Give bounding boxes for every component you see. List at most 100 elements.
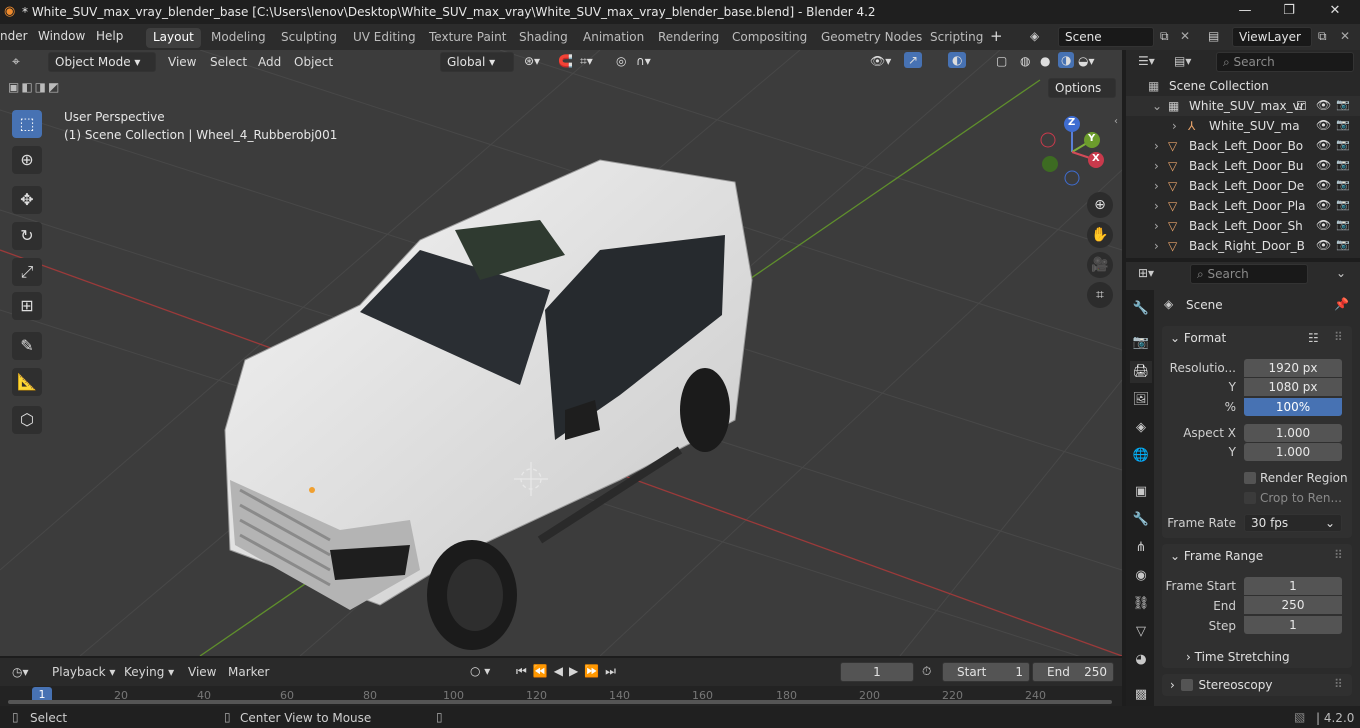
overlays-icon[interactable]: ◐: [948, 52, 967, 68]
timeline-menu-keying[interactable]: Keying ▾: [124, 665, 174, 679]
outliner-row[interactable]: › ▽ Back_Left_Door_Pla 👁 📷: [1126, 196, 1360, 216]
cursor-tool[interactable]: ⊕: [12, 146, 42, 174]
display-mode-icon[interactable]: ▤▾: [1174, 54, 1191, 68]
menu-help[interactable]: Help: [96, 29, 123, 43]
camera-icon[interactable]: 📷: [1336, 158, 1350, 171]
measure-tool[interactable]: 📐: [12, 368, 42, 396]
timeline-type-icon[interactable]: ◷▾: [12, 665, 29, 679]
minimize-button[interactable]: —: [1230, 3, 1260, 21]
outliner-row[interactable]: › ⅄ White_SUV_ma 👁 📷: [1126, 116, 1360, 136]
scene-selector[interactable]: Scene: [1058, 27, 1154, 47]
frame-end-field[interactable]: 250: [1244, 596, 1342, 614]
rotate-tool[interactable]: ↻: [12, 222, 42, 250]
framerate-dropdown[interactable]: 30 fps ⌄: [1244, 514, 1342, 532]
outliner-row[interactable]: › ▽ Back_Left_Door_Bu 👁 📷: [1126, 156, 1360, 176]
camera-icon[interactable]: 📷: [1336, 198, 1350, 211]
grid-perspective-icon[interactable]: ⌗: [1087, 282, 1113, 308]
drag-handle-icon[interactable]: ⠿: [1334, 548, 1343, 562]
timeline-menu-view[interactable]: View: [188, 665, 216, 679]
outliner-search-input[interactable]: ⌕ Search: [1216, 52, 1354, 72]
eye-icon[interactable]: 👁: [1316, 138, 1331, 152]
outliner-row[interactable]: › ▽ Back_Left_Door_Bo 👁 📷: [1126, 136, 1360, 156]
tab-shading[interactable]: Shading: [512, 28, 575, 48]
gizmo-toggle-icon[interactable]: ↗: [904, 52, 923, 68]
camera-icon[interactable]: 📷: [1336, 218, 1350, 231]
mode-dropdown[interactable]: Object Mode ▾: [48, 52, 156, 72]
rendered-shading-icon[interactable]: ◒▾: [1078, 54, 1095, 68]
snap-icon[interactable]: 🧲: [558, 54, 573, 68]
delete-scene-icon[interactable]: ✕: [1180, 29, 1190, 43]
texture-tab-icon[interactable]: ▩: [1130, 684, 1152, 706]
tab-texture-paint[interactable]: Texture Paint: [422, 28, 513, 48]
crop-checkbox[interactable]: [1244, 492, 1256, 504]
visibility-icon[interactable]: 👁▾: [870, 54, 891, 68]
material-tab-icon[interactable]: ◕: [1130, 649, 1152, 671]
expand-chevron-icon[interactable]: ›: [1154, 179, 1159, 193]
delete-viewlayer-icon[interactable]: ✕: [1340, 29, 1350, 43]
viewport-menu-object[interactable]: Object: [294, 55, 333, 69]
camera-icon[interactable]: 📷: [1336, 118, 1350, 131]
resolution-y-field[interactable]: 1080 px: [1244, 378, 1342, 396]
viewport-menu-select[interactable]: Select: [210, 55, 247, 69]
new-scene-icon[interactable]: ⧉: [1160, 29, 1169, 44]
outliner-row-scene-collection[interactable]: ▦ Scene Collection: [1126, 76, 1360, 96]
close-button[interactable]: ✕: [1320, 3, 1350, 21]
tab-animation[interactable]: Animation: [576, 28, 651, 48]
outliner-type-icon[interactable]: ☰▾: [1138, 54, 1155, 68]
drag-handle-icon[interactable]: ⠿: [1334, 677, 1343, 691]
material-shading-icon[interactable]: ◑: [1058, 52, 1075, 68]
particles-tab-icon[interactable]: ⋔: [1130, 537, 1152, 559]
tool-tab-icon[interactable]: 🔧: [1130, 298, 1152, 320]
eye-icon[interactable]: 👁: [1316, 218, 1331, 232]
auto-keying-icon[interactable]: ○ ▾: [470, 664, 490, 678]
outliner-row[interactable]: ⌄ ▦ White_SUV_max_vr ☑ 👁 📷: [1126, 96, 1360, 116]
expand-chevron-icon[interactable]: ›: [1154, 199, 1159, 213]
zoom-icon[interactable]: ⊕: [1087, 192, 1113, 218]
stereoscopy-header[interactable]: › Stereoscopy: [1170, 677, 1272, 692]
frame-step-field[interactable]: 1: [1244, 616, 1342, 634]
eye-icon[interactable]: 👁: [1316, 198, 1331, 212]
tab-layout[interactable]: Layout: [146, 28, 201, 48]
timeline-end-field[interactable]: End 250: [1032, 662, 1114, 682]
expand-chevron-icon[interactable]: ›: [1154, 219, 1159, 233]
scale-tool[interactable]: ⤢: [12, 258, 42, 286]
presets-list-icon[interactable]: ☷: [1308, 331, 1319, 345]
expand-chevron-icon[interactable]: ›: [1154, 159, 1159, 173]
timeline-scrollbar[interactable]: [8, 700, 1112, 704]
physics-tab-icon[interactable]: ◉: [1130, 565, 1152, 587]
playback-controls[interactable]: ⏮⏪◀▶⏩⏭: [516, 664, 622, 679]
wireframe-shading-icon[interactable]: ◍: [1020, 54, 1030, 68]
tab-sculpting[interactable]: Sculpting: [274, 28, 344, 48]
eye-icon[interactable]: 👁: [1316, 238, 1331, 252]
tab-uv-editing[interactable]: UV Editing: [346, 28, 423, 48]
tab-rendering[interactable]: Rendering: [651, 28, 726, 48]
menu-render[interactable]: nder: [0, 29, 28, 43]
maximize-button[interactable]: ❐: [1274, 3, 1304, 21]
camera-icon[interactable]: 📷: [1336, 138, 1350, 151]
checkbox-icon[interactable]: ☑: [1296, 99, 1307, 113]
outliner-row[interactable]: › ▽ Back_Left_Door_De 👁 📷: [1126, 176, 1360, 196]
properties-type-icon[interactable]: ⊞▾: [1138, 266, 1154, 280]
timeline-menu-playback[interactable]: Playback ▾: [52, 665, 115, 679]
outliner-row[interactable]: › ▽ Back_Right_Door_B 👁 📷: [1126, 236, 1360, 256]
expand-chevron-icon[interactable]: ›: [1172, 119, 1177, 133]
aspect-y-field[interactable]: 1.000: [1244, 443, 1342, 461]
scene-tab-icon[interactable]: ◈: [1130, 417, 1152, 439]
timeline-start-field[interactable]: Start 1: [942, 662, 1030, 682]
suv-model[interactable]: [224, 159, 753, 650]
viewport-menu-view[interactable]: View: [168, 55, 196, 69]
properties-options-chevron-icon[interactable]: ⌄: [1336, 266, 1346, 280]
preview-range-icon[interactable]: ⏱: [922, 664, 931, 679]
tab-compositing[interactable]: Compositing: [725, 28, 814, 48]
pan-hand-icon[interactable]: ✋: [1087, 222, 1113, 248]
current-frame-field[interactable]: 1: [840, 662, 914, 682]
object-tab-icon[interactable]: ▣: [1130, 481, 1152, 503]
timeline-menu-marker[interactable]: Marker: [228, 665, 269, 679]
view-layer-tab-icon[interactable]: 🖼: [1130, 389, 1152, 411]
drag-handle-icon[interactable]: ⠿: [1334, 330, 1343, 344]
output-tab-icon[interactable]: 🖨: [1130, 361, 1152, 383]
camera-icon[interactable]: 📷: [1336, 238, 1350, 251]
new-viewlayer-icon[interactable]: ⧉: [1318, 29, 1327, 44]
move-tool[interactable]: ✥: [12, 186, 42, 214]
editor-type-icon[interactable]: ⌖: [12, 54, 20, 70]
